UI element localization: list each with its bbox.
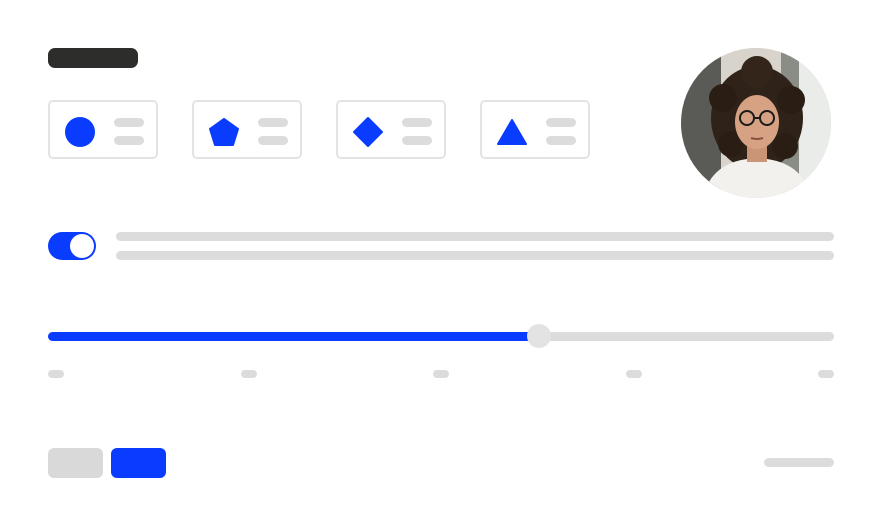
slider-tick xyxy=(48,370,64,378)
slider-thumb[interactable] xyxy=(527,324,552,348)
option-card-circle[interactable] xyxy=(48,100,158,159)
card-sublabel-line xyxy=(258,136,288,145)
card-sublabel-line xyxy=(402,136,432,145)
footer-text-line xyxy=(764,458,834,467)
slider-tick xyxy=(625,370,642,378)
slider-track[interactable] xyxy=(48,332,834,341)
confirm-button[interactable] xyxy=(111,448,166,478)
slider-fill xyxy=(48,332,540,341)
triangle-icon xyxy=(497,119,527,145)
toggle-label-line xyxy=(116,232,834,241)
card-label-line xyxy=(402,118,432,127)
toggle-knob xyxy=(70,234,94,258)
slider-tick xyxy=(433,370,449,378)
card-label-line xyxy=(114,118,144,127)
pentagon-icon xyxy=(209,118,239,146)
page-title xyxy=(48,48,138,68)
toggle-description-line xyxy=(116,251,834,260)
cancel-button[interactable] xyxy=(48,448,103,478)
card-label-line xyxy=(258,118,288,127)
avatar xyxy=(681,48,831,198)
avatar-photo xyxy=(681,48,831,198)
toggle-switch[interactable] xyxy=(48,232,96,260)
card-label-line xyxy=(546,118,576,127)
diamond-icon xyxy=(353,117,383,147)
slider-tick xyxy=(818,370,834,378)
option-card-triangle[interactable] xyxy=(480,100,590,159)
card-sublabel-line xyxy=(114,136,144,145)
circle-icon xyxy=(65,117,95,147)
slider-tick xyxy=(240,370,257,378)
option-card-diamond[interactable] xyxy=(336,100,446,159)
option-card-pentagon[interactable] xyxy=(192,100,302,159)
card-sublabel-line xyxy=(546,136,576,145)
